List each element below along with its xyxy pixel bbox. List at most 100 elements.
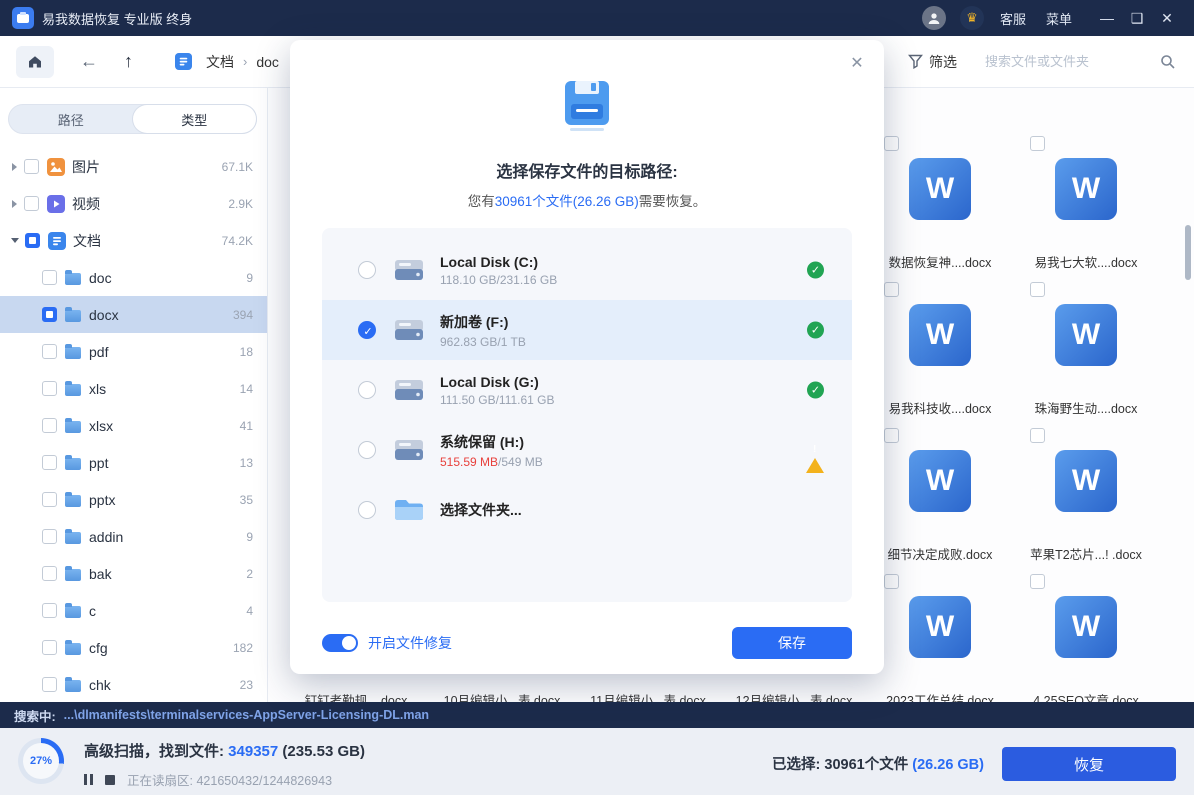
file-type-tree: 图片 67.1K 视频 2.9K 文档 74.2K <box>0 148 267 703</box>
sidebar-item-c[interactable]: c 4 <box>0 592 267 629</box>
checkbox-partial[interactable] <box>42 307 57 322</box>
radio-button-selected[interactable] <box>358 321 376 339</box>
file-cell[interactable]: 4.25SEO文章.docx <box>1013 568 1159 702</box>
file-repair-toggle[interactable] <box>322 634 358 652</box>
checkbox[interactable] <box>1030 136 1045 151</box>
sidebar-group-videos[interactable]: 视频 2.9K <box>0 185 267 222</box>
radio-button[interactable] <box>358 261 376 279</box>
pause-icon[interactable] <box>84 774 93 785</box>
filter-button[interactable]: 筛选 <box>908 52 957 72</box>
dialog-title: 选择保存文件的目标路径: <box>290 158 884 182</box>
checkbox[interactable] <box>42 344 57 359</box>
tab-path[interactable]: 路径 <box>9 105 133 133</box>
folder-icon <box>65 421 81 433</box>
breadcrumb-child[interactable]: doc <box>256 54 279 70</box>
close-window-icon[interactable]: ✕ <box>1152 10 1182 27</box>
sidebar-item-pdf[interactable]: pdf 18 <box>0 333 267 370</box>
search-box <box>983 53 1178 70</box>
file-cell[interactable]: 细节决定成败.docx <box>867 422 1013 571</box>
checkbox[interactable] <box>24 196 39 211</box>
drive-row-h[interactable]: 系统保留 (H:) 515.59 MB/549 MB <box>322 420 852 480</box>
drive-row-c[interactable]: Local Disk (C:) 118.10 GB/231.16 GB <box>322 240 852 300</box>
save-button[interactable]: 保存 <box>732 627 852 659</box>
sidebar-group-documents[interactable]: 文档 74.2K <box>0 222 267 259</box>
choose-folder-row[interactable]: 选择文件夹... <box>322 480 852 540</box>
radio-button[interactable] <box>358 501 376 519</box>
drive-capacity: 111.50 GB/111.61 GB <box>440 393 555 407</box>
file-name: 钉钉考勤规....docx <box>285 690 427 702</box>
sidebar-item-doc[interactable]: doc 9 <box>0 259 267 296</box>
found-size: (235.53 GB) <box>282 743 365 760</box>
checkbox[interactable] <box>884 136 899 151</box>
checkbox[interactable] <box>42 270 57 285</box>
recover-button[interactable]: 恢复 <box>1002 747 1176 781</box>
file-cell[interactable]: 易我七大软....docx <box>1013 130 1159 279</box>
checkbox[interactable] <box>42 566 57 581</box>
selected-summary: 已选择: 30961个文件 (26.26 GB) <box>772 753 984 774</box>
minimize-icon[interactable]: — <box>1092 10 1122 26</box>
file-cell[interactable]: 2023工作总结.docx <box>867 568 1013 702</box>
checkbox[interactable] <box>884 282 899 297</box>
sidebar-item-chk[interactable]: chk 23 <box>0 666 267 703</box>
file-cell[interactable]: 易我科技收....docx <box>867 276 1013 425</box>
document-icon <box>175 53 192 70</box>
user-avatar[interactable] <box>922 6 946 30</box>
checkbox[interactable] <box>42 677 57 692</box>
support-link[interactable]: 客服 <box>1000 9 1026 28</box>
checkbox[interactable] <box>1030 282 1045 297</box>
checkbox[interactable] <box>884 574 899 589</box>
checkbox[interactable] <box>42 418 57 433</box>
checkbox[interactable] <box>24 159 39 174</box>
radio-button[interactable] <box>358 381 376 399</box>
sidebar-item-bak[interactable]: bak 2 <box>0 555 267 592</box>
checkbox[interactable] <box>1030 574 1045 589</box>
checkbox-partial[interactable] <box>25 233 40 248</box>
sidebar-item-addin[interactable]: addin 9 <box>0 518 267 555</box>
checkbox[interactable] <box>42 455 57 470</box>
sidebar-item-pptx[interactable]: pptx 35 <box>0 481 267 518</box>
checkbox[interactable] <box>42 640 57 655</box>
maximize-icon[interactable]: ❑ <box>1122 10 1152 27</box>
up-button[interactable]: ↑ <box>124 51 133 72</box>
checkbox[interactable] <box>42 381 57 396</box>
file-cell[interactable]: 数据恢复神....docx <box>867 130 1013 279</box>
checkbox[interactable] <box>42 529 57 544</box>
chevron-right-icon[interactable] <box>12 200 17 208</box>
drive-row-g[interactable]: Local Disk (G:) 111.50 GB/111.61 GB <box>322 360 852 420</box>
breadcrumb-root[interactable]: 文档 <box>206 52 234 72</box>
search-icon[interactable] <box>1160 54 1176 70</box>
close-icon[interactable]: ✕ <box>846 52 868 74</box>
document-icon <box>48 232 66 250</box>
scrollbar[interactable] <box>1185 225 1191 280</box>
sidebar-item-ppt[interactable]: ppt 13 <box>0 444 267 481</box>
sidebar-item-xlsx[interactable]: xlsx 41 <box>0 407 267 444</box>
home-button[interactable] <box>16 46 54 78</box>
images-icon <box>47 158 65 176</box>
chevron-right-icon[interactable] <box>12 163 17 171</box>
folder-icon <box>65 643 81 655</box>
tab-type[interactable]: 类型 <box>133 105 257 133</box>
file-cell[interactable]: 珠海野生动....docx <box>1013 276 1159 425</box>
stop-icon[interactable] <box>105 775 115 785</box>
selected-count: 30961个文件 <box>824 757 908 773</box>
vip-crown-icon[interactable]: ♛ <box>960 6 984 30</box>
checkbox[interactable] <box>884 428 899 443</box>
drive-row-f[interactable]: 新加卷 (F:) 962.83 GB/1 TB <box>322 300 852 360</box>
sidebar-group-images[interactable]: 图片 67.1K <box>0 148 267 185</box>
chevron-down-icon[interactable] <box>11 238 19 243</box>
sidebar-item-cfg[interactable]: cfg 182 <box>0 629 267 666</box>
checkbox[interactable] <box>1030 428 1045 443</box>
search-input[interactable] <box>983 53 1152 70</box>
word-file-icon <box>1055 158 1117 220</box>
sidebar-item-docx[interactable]: docx 394 <box>0 296 267 333</box>
menu-link[interactable]: 菜单 <box>1046 9 1072 28</box>
back-button[interactable]: ← <box>80 51 98 72</box>
checkbox[interactable] <box>42 603 57 618</box>
sidebar-item-xls[interactable]: xls 14 <box>0 370 267 407</box>
folder-icon <box>65 532 81 544</box>
folder-icon <box>392 496 426 524</box>
file-cell[interactable]: 苹果T2芯片...! .docx <box>1013 422 1159 571</box>
file-name: 4.25SEO文章.docx <box>1015 690 1157 702</box>
radio-button[interactable] <box>358 441 376 459</box>
checkbox[interactable] <box>42 492 57 507</box>
